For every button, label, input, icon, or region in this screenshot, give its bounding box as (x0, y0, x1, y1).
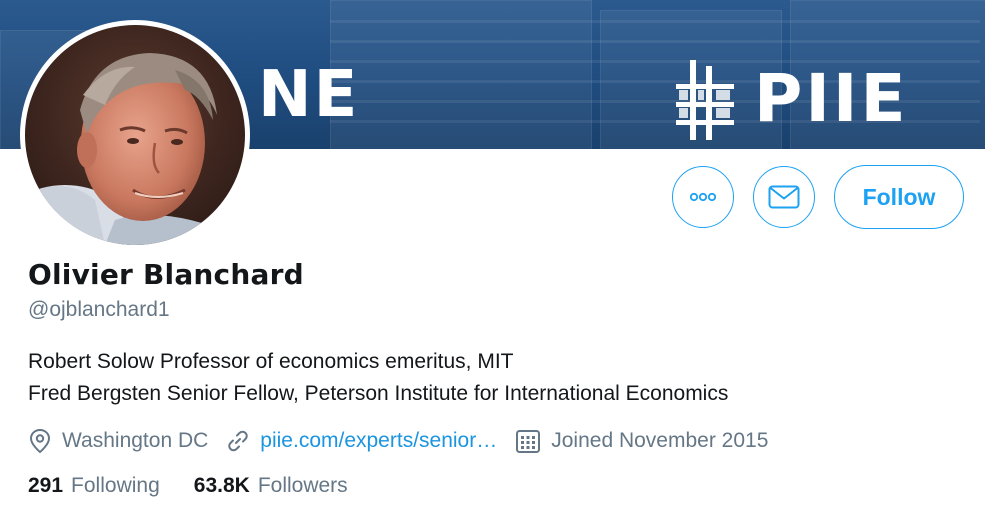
profile-bio: Robert Solow Professor of economics emer… (28, 346, 728, 410)
more-options-button[interactable] (672, 166, 734, 228)
avatar-photo (25, 25, 245, 245)
profile-handle: @ojblanchard1 (28, 298, 170, 321)
location-text: Washington DC (62, 429, 209, 452)
followers-label: Followers (257, 474, 348, 497)
followers-count: 63.8K (193, 474, 250, 497)
link-icon (228, 430, 249, 452)
profile-stats: 291 Following 63.8K Followers (28, 474, 382, 498)
website-item[interactable]: piie.com/experts/senior… (226, 429, 497, 453)
following-stat[interactable]: 291 Following (28, 474, 160, 498)
bio-line: Robert Solow Professor of economics emer… (28, 350, 514, 373)
joined-text: Joined November 2015 (551, 429, 769, 452)
location-pin-icon (29, 428, 51, 454)
calendar-icon (516, 430, 541, 453)
following-count: 291 (28, 474, 64, 497)
following-label: Following (71, 474, 160, 497)
follow-button[interactable]: Follow (834, 165, 964, 229)
profile-meta: Washington DC piie.com/experts/senior… J… (28, 424, 786, 458)
more-icon (690, 192, 716, 202)
joined-item: Joined November 2015 (515, 428, 768, 454)
profile-photo-icon (25, 25, 245, 245)
message-button[interactable] (753, 166, 815, 228)
avatar[interactable] (20, 20, 250, 250)
piie-logo-icon (676, 60, 734, 140)
website-link[interactable]: piie.com/experts/senior… (260, 429, 497, 453)
bio-line: Fred Bergsten Senior Fellow, Peterson In… (28, 382, 729, 405)
profile-name: Olivier Blanchard (28, 258, 304, 291)
envelope-icon (768, 185, 800, 209)
followers-stat[interactable]: 63.8K Followers (194, 474, 348, 498)
banner-text-fragment: NE (258, 58, 360, 132)
banner-brand-text: PIIE (754, 60, 909, 137)
location-item: Washington DC (28, 428, 208, 454)
